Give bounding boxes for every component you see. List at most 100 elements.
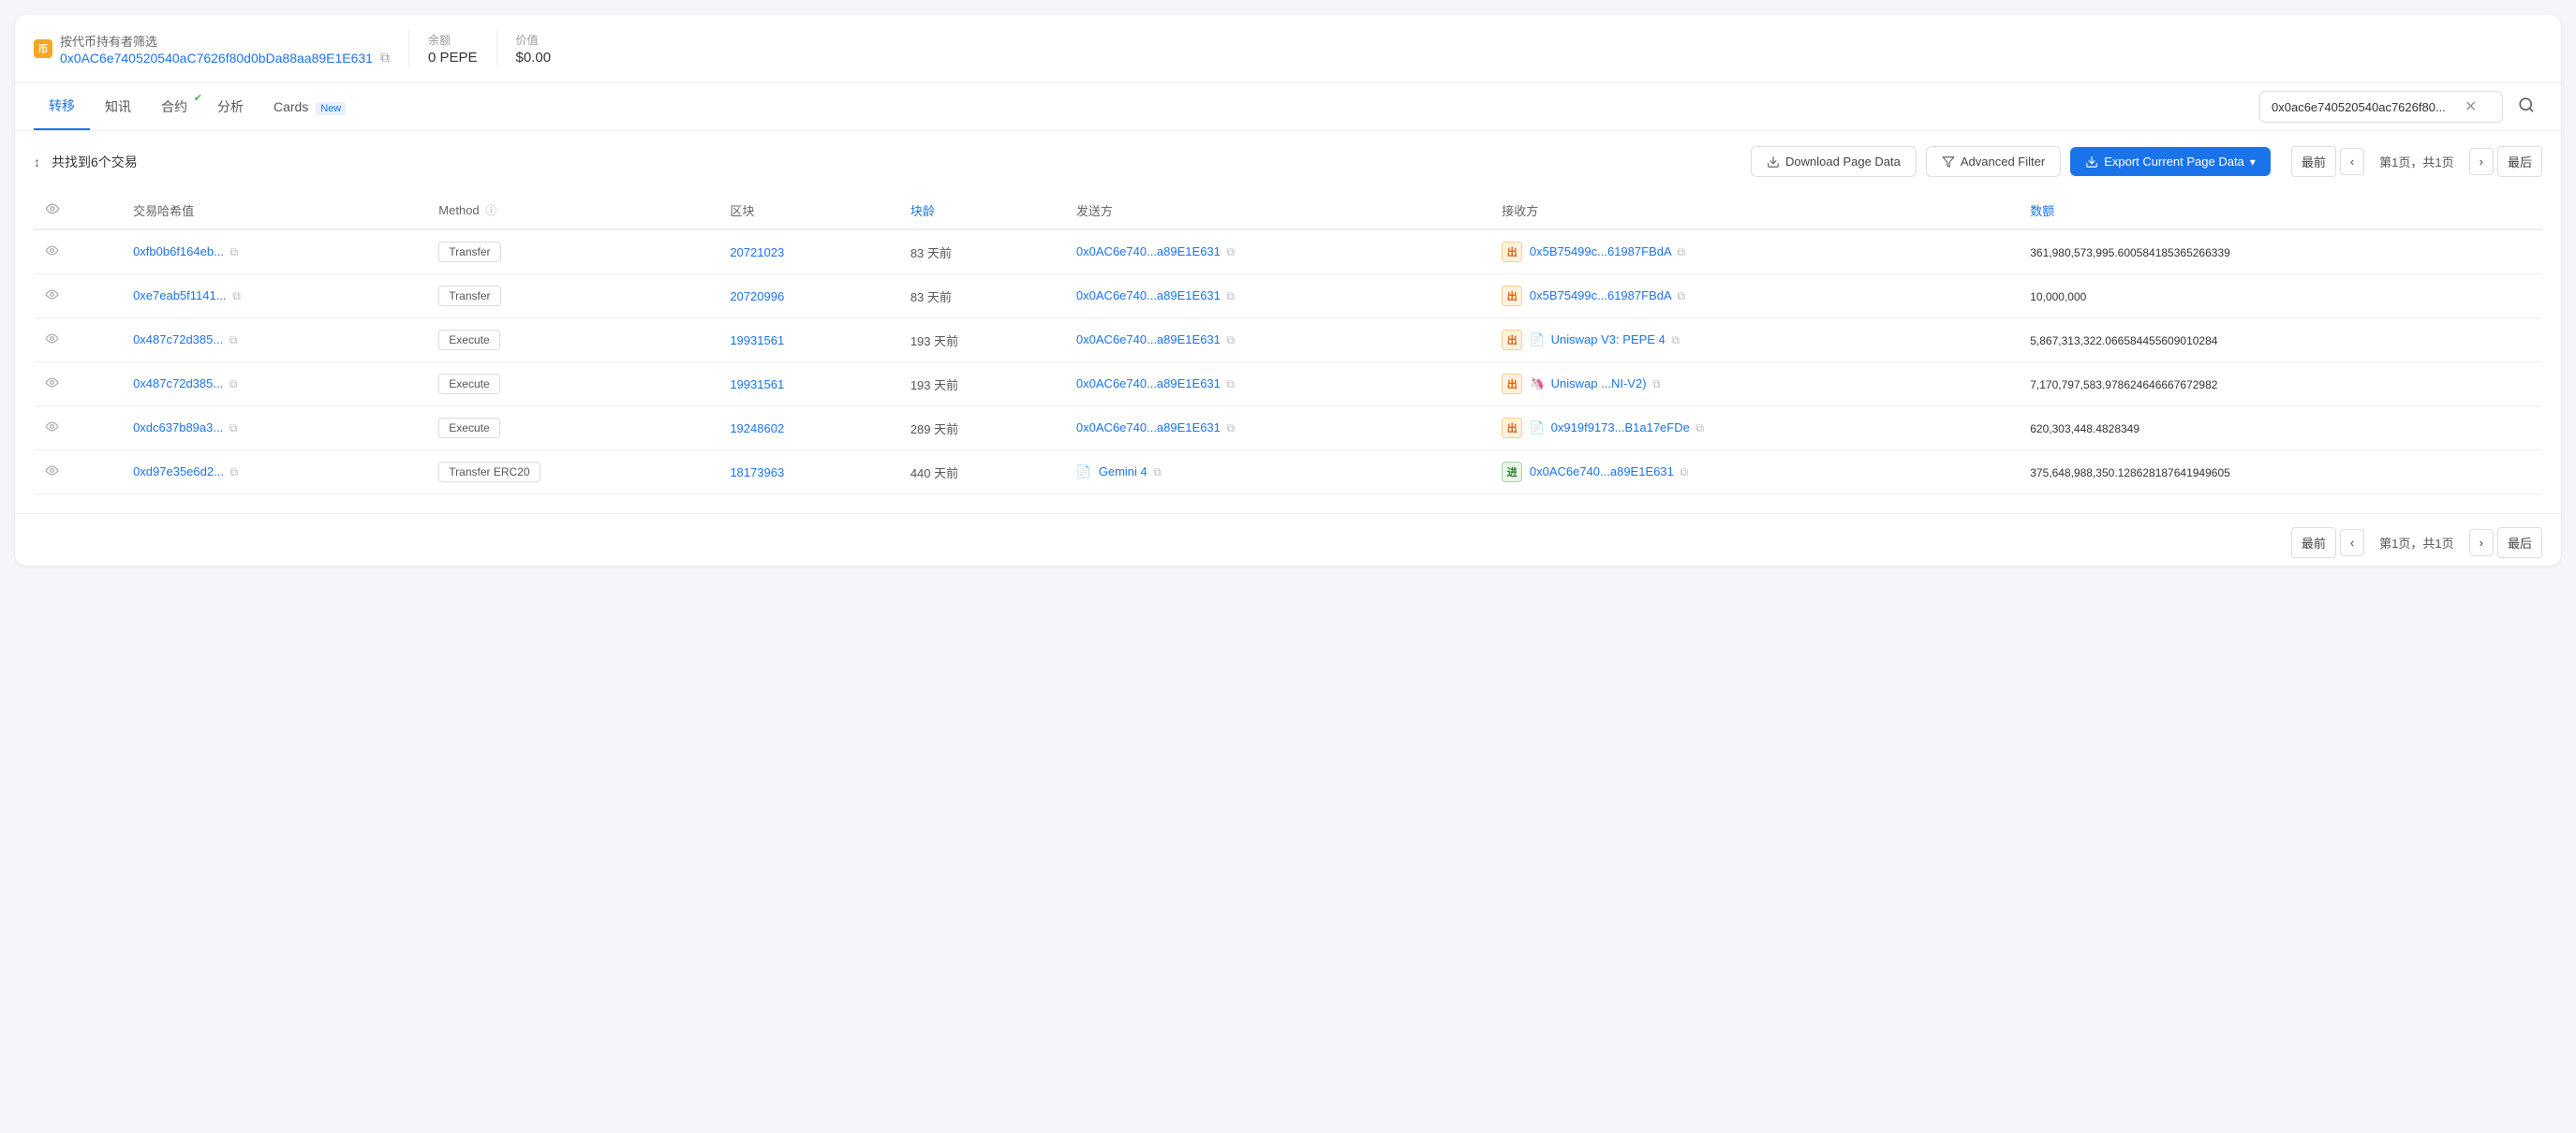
copy-to-icon[interactable]: ⧉ <box>1678 245 1686 258</box>
from-address-link[interactable]: 0x0AC6e740...a89E1E631 <box>1076 420 1221 434</box>
sort-icon: ↕ <box>34 154 40 169</box>
next-page-button[interactable]: › <box>2469 148 2494 175</box>
copy-to-icon[interactable]: ⧉ <box>1671 333 1680 346</box>
amount-value: 361,980,573,995.60058418536526633​9 <box>2030 246 2230 259</box>
eye-icon[interactable] <box>45 334 59 348</box>
copy-tx-icon[interactable]: ⧉ <box>232 289 241 302</box>
to-address-link[interactable]: 0x0AC6e740...a89E1E631 <box>1530 464 1674 478</box>
eye-icon[interactable] <box>45 290 59 304</box>
advanced-filter-button[interactable]: Advanced Filter <box>1926 146 2061 177</box>
tab-contract[interactable]: 合约 ✔ <box>146 84 202 129</box>
copy-from-icon[interactable]: ⧉ <box>1153 465 1162 478</box>
prev-page-button[interactable]: ‹ <box>2340 148 2364 175</box>
filter-address[interactable]: 0x0AC6e740520540aC7626f80d0bDa88aa89E1E6… <box>60 51 373 66</box>
bottom-first-button[interactable]: 最前 <box>2291 527 2336 558</box>
copy-tx-icon[interactable]: ⧉ <box>230 245 239 258</box>
tab-cards[interactable]: Cards New <box>259 86 361 127</box>
bottom-prev-button[interactable]: ‹ <box>2340 529 2364 556</box>
clear-search-icon[interactable]: ✕ <box>2465 97 2477 116</box>
tx-hash-link[interactable]: 0xfb0b6f164eb... <box>133 244 224 258</box>
tx-hash-link[interactable]: 0x487c72d385... <box>133 376 223 390</box>
to-address-link[interactable]: Uniswap V3: PEPE 4 <box>1551 332 1666 346</box>
copy-from-icon[interactable]: ⧉ <box>1227 289 1236 302</box>
eye-icon[interactable] <box>45 246 59 260</box>
tab-analysis[interactable]: 分析 <box>202 84 259 129</box>
to-doc-icon: 📄 <box>1530 420 1545 434</box>
eye-icon[interactable] <box>45 378 59 392</box>
copy-to-icon[interactable]: ⧉ <box>1680 465 1688 478</box>
from-address-link[interactable]: 0x0AC6e740...a89E1E631 <box>1076 288 1221 302</box>
export-label: Export Current Page Data <box>2104 154 2244 169</box>
bottom-last-button[interactable]: 最后 <box>2497 527 2542 558</box>
from-address-link[interactable]: 0x0AC6e740...a89E1E631 <box>1076 244 1221 258</box>
eye-icon[interactable] <box>45 422 59 436</box>
tab-transfer[interactable]: 转移 <box>34 83 90 130</box>
table-body: 0xfb0b6f164eb... ⧉Transfer2072102383 天前0… <box>34 229 2542 494</box>
copy-to-icon[interactable]: ⧉ <box>1678 289 1686 302</box>
copy-tx-icon[interactable]: ⧉ <box>229 333 238 346</box>
from-address-link[interactable]: Gemini 4 <box>1099 464 1147 478</box>
contract-check-icon: ✔ <box>194 92 202 104</box>
bottom-pagination: 最前 ‹ 第1页，共1页 › 最后 <box>15 513 2561 566</box>
block-link[interactable]: 18173963 <box>730 465 784 479</box>
block-link[interactable]: 20720996 <box>730 289 784 303</box>
last-page-button[interactable]: 最后 <box>2497 146 2542 177</box>
method-info-icon[interactable]: ⓘ <box>485 204 496 217</box>
tx-hash-link[interactable]: 0xd97e35e6d2... <box>133 464 224 478</box>
eye-icon[interactable] <box>45 466 59 480</box>
export-button[interactable]: Export Current Page Data ▾ <box>2070 147 2271 176</box>
th-method: Method ⓘ <box>427 192 718 229</box>
filter-icon <box>1942 155 1955 169</box>
tx-hash-link[interactable]: 0xdc637b89a3... <box>133 420 223 434</box>
copy-tx-icon[interactable]: ⧉ <box>230 465 239 478</box>
value-section: 价值 $0.00 <box>516 32 552 66</box>
copy-tx-icon[interactable]: ⧉ <box>229 421 238 434</box>
copy-to-icon[interactable]: ⧉ <box>1695 421 1704 434</box>
copy-from-icon[interactable]: ⧉ <box>1227 377 1236 390</box>
copy-tx-icon[interactable]: ⧉ <box>229 377 238 390</box>
bottom-page-info: 第1页，共1页 <box>2368 528 2465 557</box>
block-link[interactable]: 20721023 <box>730 245 784 259</box>
amount-value: 5,867,313,322.066584455609010284 <box>2030 334 2217 347</box>
copy-address-icon[interactable]: ⧉ <box>380 50 390 66</box>
tab-bar: 转移 知讯 合约 ✔ 分析 Cards New ✕ <box>15 83 2561 131</box>
copy-from-icon[interactable]: ⧉ <box>1227 333 1236 346</box>
from-doc-icon: 📄 <box>1076 464 1091 478</box>
block-link[interactable]: 19931561 <box>730 333 784 347</box>
to-address-link[interactable]: 0x5B75499c...61987FBdA <box>1530 288 1671 302</box>
th-eye <box>34 192 122 229</box>
table-row: 0xd97e35e6d2... ⧉Transfer ERC20181739634… <box>34 450 2542 494</box>
pagination-top: 最前 ‹ 第1页，共1页 › 最后 <box>2291 146 2542 177</box>
to-address-link[interactable]: Uniswap ...NI-V2) <box>1551 376 1647 390</box>
block-link[interactable]: 19931561 <box>730 377 784 391</box>
bottom-next-button[interactable]: › <box>2469 529 2494 556</box>
method-badge: Transfer <box>438 242 500 262</box>
to-address-link[interactable]: 0x919f9173...B1a17eFDe <box>1551 420 1690 434</box>
divider <box>408 30 409 67</box>
copy-to-icon[interactable]: ⧉ <box>1652 377 1661 390</box>
copy-from-icon[interactable]: ⧉ <box>1227 421 1236 434</box>
balance-label: 余额 <box>428 32 478 48</box>
direction-badge: 出 <box>1502 374 1522 394</box>
from-address-link[interactable]: 0x0AC6e740...a89E1E631 <box>1076 376 1221 390</box>
toolbar: ↕ 共找到6个交易 Download Page Data Advanced Fi… <box>34 131 2542 192</box>
th-amount: 数额 <box>2019 192 2542 229</box>
from-address-link[interactable]: 0x0AC6e740...a89E1E631 <box>1076 332 1221 346</box>
tx-hash-link[interactable]: 0x487c72d385... <box>133 332 223 346</box>
to-address-link[interactable]: 0x5B75499c...61987FBdA <box>1530 244 1671 258</box>
table-row: 0xe7eab5f1141... ⧉Transfer2072099683 天前0… <box>34 274 2542 318</box>
table-row: 0x487c72d385... ⧉Execute19931561193 天前0x… <box>34 318 2542 362</box>
tab-knowledge[interactable]: 知讯 <box>90 84 146 129</box>
search-input[interactable] <box>2272 100 2459 114</box>
amount-value: 10,000,000 <box>2030 290 2086 303</box>
search-wrapper[interactable]: ✕ <box>2259 91 2503 123</box>
filter-label: 按代币持有者筛选 <box>60 32 390 50</box>
to-doc-icon: 📄 <box>1530 332 1545 346</box>
first-page-button[interactable]: 最前 <box>2291 146 2336 177</box>
tx-hash-link[interactable]: 0xe7eab5f1141... <box>133 288 227 302</box>
divider2 <box>496 30 497 67</box>
download-page-data-button[interactable]: Download Page Data <box>1751 146 1917 177</box>
copy-from-icon[interactable]: ⧉ <box>1227 245 1236 258</box>
search-icon[interactable] <box>2510 93 2542 122</box>
block-link[interactable]: 19248602 <box>730 421 784 435</box>
